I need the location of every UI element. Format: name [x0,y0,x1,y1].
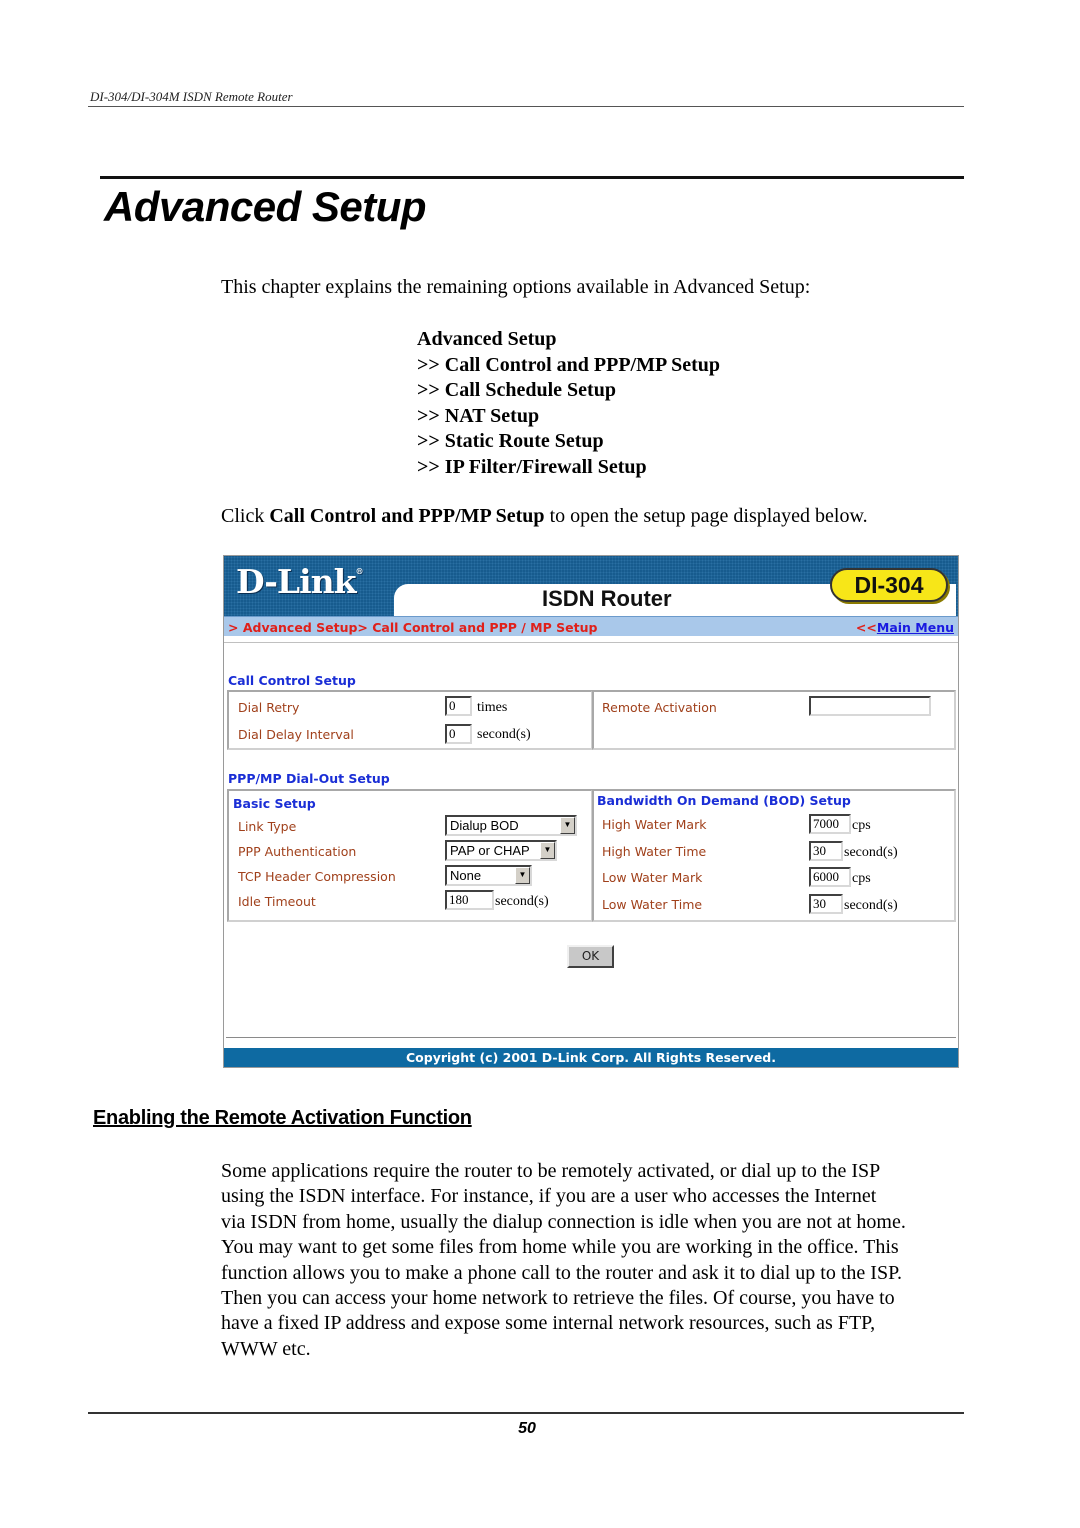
remote-activation-input[interactable] [809,696,931,716]
low-water-time-input[interactable]: 30 [809,894,843,914]
header-divider [88,106,964,107]
body-line: Then you can access your home network to… [221,1287,895,1310]
remote-activation-label: Remote Activation [602,700,717,715]
toc-item: >> IP Filter/Firewall Setup [417,455,647,478]
navbar-divider [224,642,958,643]
low-water-mark-unit: cps [852,871,871,886]
logo-text: D-Link [236,562,357,601]
dial-retry-input[interactable]: 0 [445,696,472,716]
link-type-value: Dialup BOD [450,818,519,833]
high-water-time-label: High Water Time [602,844,707,859]
body-paragraph: Some applications require the router to … [221,1159,981,1362]
body-line: via ISDN from home, usually the dialup c… [221,1210,906,1233]
running-header: DI-304/DI-304M ISDN Remote Router [90,89,293,104]
toc-item: >> Call Schedule Setup [417,379,616,401]
low-water-mark-label: Low Water Mark [602,870,703,885]
idle-timeout-input[interactable]: 180 [445,890,494,910]
high-water-mark-unit: cps [852,818,871,833]
call-control-heading: Call Control Setup [228,673,356,688]
low-water-mark-input[interactable]: 6000 [809,867,851,887]
instruction-prefix: Click [221,505,270,527]
dropdown-arrow-icon[interactable]: ▼ [560,817,575,834]
model-badge: DI-304 [830,568,948,602]
toc-item: >> Static Route Setup [417,430,604,452]
bod-setup-heading: Bandwidth On Demand (BOD) Setup [597,793,851,808]
footer-divider [226,1037,956,1038]
high-water-mark-input[interactable]: 7000 [809,814,851,834]
toc-item: >> Call Control and PPP/MP Setup [417,353,720,376]
main-menu-link-wrap: <<Main Menu [856,620,954,635]
tcp-compression-select[interactable]: None ▼ [445,865,532,886]
dial-retry-unit: times [477,700,508,715]
toc-item: Advanced Setup [417,328,557,350]
product-title: ISDN Router [542,586,672,611]
breadcrumb: > Advanced Setup> Call Control and PPP /… [228,620,598,635]
chapter-title: Advanced Setup [104,183,427,230]
main-menu-link[interactable]: Main Menu [877,620,954,635]
low-water-time-label: Low Water Time [602,897,703,912]
footer-rule [88,1412,964,1414]
high-water-mark-label: High Water Mark [602,817,707,832]
chapter-toc: Advanced Setup >> Call Control and PPP/M… [417,327,720,480]
router-navbar: > Advanced Setup> Call Control and PPP /… [224,616,958,636]
body-line: You may want to get some files from home… [221,1236,899,1259]
dropdown-arrow-icon[interactable]: ▼ [540,842,555,859]
link-type-select[interactable]: Dialup BOD ▼ [445,815,577,836]
toc-item: >> NAT Setup [417,404,540,427]
ppp-auth-value: PAP or CHAP [450,843,530,858]
body-line: have a fixed IP address and expose some … [221,1312,876,1335]
dial-retry-label: Dial Retry [238,700,300,715]
instruction-suffix: to open the setup page displayed below. [544,505,868,527]
dlink-logo: D-Link® [236,562,364,601]
link-type-label: Link Type [238,819,297,834]
router-banner: D-Link® ISDN Router DI-304 [224,556,958,616]
instruction-bold: Call Control and PPP/MP Setup [269,505,545,527]
back-arrows-icon: << [855,620,877,635]
dialout-heading: PPP/MP Dial-Out Setup [228,771,390,786]
body-line: WWW etc. [221,1337,311,1360]
page-number: 50 [518,1420,536,1437]
section-heading: Enabling the Remote Activation Function [93,1107,472,1129]
registered-mark: ® [355,566,364,576]
intro-paragraph: This chapter explains the remaining opti… [221,276,811,298]
high-water-time-input[interactable]: 30 [809,841,843,861]
dial-delay-unit: second(s) [477,727,531,742]
copyright-bar: Copyright (c) 2001 D-Link Corp. All Righ… [224,1048,958,1067]
ppp-auth-label: PPP Authentication [238,844,357,859]
title-divider [100,176,964,179]
tcp-compression-label: TCP Header Compression [238,869,396,884]
ppp-auth-select[interactable]: PAP or CHAP ▼ [445,840,557,861]
dropdown-arrow-icon[interactable]: ▼ [515,867,530,884]
low-water-time-unit: second(s) [844,898,898,913]
body-line: using the ISDN interface. For instance, … [221,1185,877,1208]
idle-timeout-unit: second(s) [495,894,549,909]
high-water-time-unit: second(s) [844,845,898,860]
dial-delay-label: Dial Delay Interval [238,727,354,742]
ok-button[interactable]: OK [567,945,614,968]
router-setup-screenshot: D-Link® ISDN Router DI-304 > Advanced Se… [223,555,959,1068]
body-line: function allows you to make a phone call… [221,1261,902,1284]
basic-setup-heading: Basic Setup [233,796,316,811]
idle-timeout-label: Idle Timeout [238,894,316,909]
body-line: Some applications require the router to … [221,1160,881,1182]
dial-delay-input[interactable]: 0 [445,724,472,744]
tcp-compression-value: None [450,868,482,883]
instruction-paragraph: Click Call Control and PPP/MP Setup to o… [221,505,868,528]
